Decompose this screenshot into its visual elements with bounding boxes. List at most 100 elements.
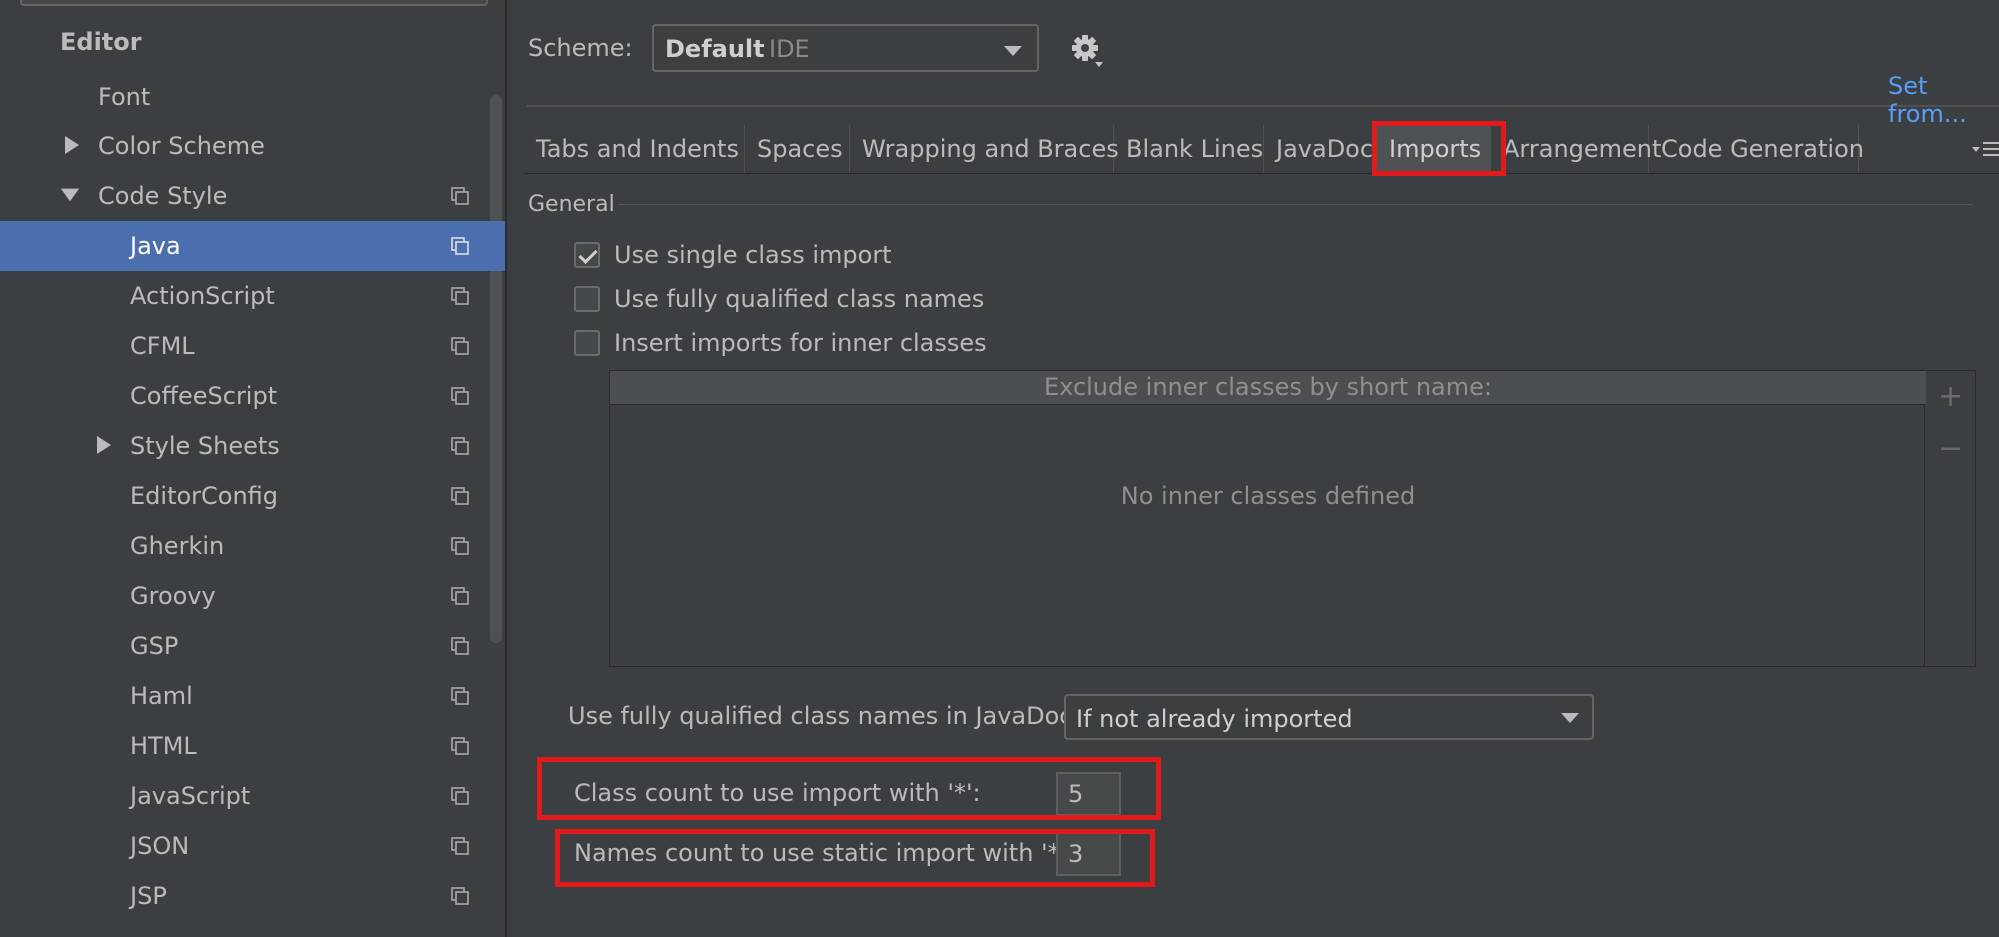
sidebar-item-actionscript[interactable]: ActionScript bbox=[0, 271, 505, 321]
exclude-table-toolbar: + − bbox=[1926, 370, 1976, 667]
use-fully-qualified-label[interactable]: Use fully qualified class names bbox=[614, 285, 984, 313]
tab-blank-lines[interactable]: Blank Lines bbox=[1114, 125, 1264, 173]
tab-label: Spaces bbox=[757, 135, 843, 163]
project-scope-icon bbox=[451, 387, 469, 405]
sidebar-item-label: JavaScript bbox=[130, 782, 251, 810]
sidebar-item-label: EditorConfig bbox=[130, 482, 279, 510]
project-scope-icon bbox=[451, 337, 469, 355]
tab-javadoc[interactable]: JavaDoc bbox=[1264, 125, 1377, 173]
sidebar-item-html[interactable]: HTML bbox=[0, 721, 505, 771]
project-scope-icon bbox=[451, 587, 469, 605]
sidebar-heading-editor[interactable]: Editor bbox=[0, 17, 505, 67]
javadoc-fq-value: If not already imported bbox=[1076, 705, 1353, 733]
project-scope-icon bbox=[451, 237, 469, 255]
project-scope-icon bbox=[451, 737, 469, 755]
sidebar-item-label: Font bbox=[98, 83, 151, 111]
project-scope-icon bbox=[451, 287, 469, 305]
insert-imports-inner-checkbox[interactable] bbox=[574, 330, 600, 356]
project-scope-icon bbox=[451, 637, 469, 655]
scheme-value: Default bbox=[665, 35, 765, 63]
tab-label: Blank Lines bbox=[1126, 135, 1264, 163]
collapse-arrow-icon[interactable] bbox=[60, 184, 80, 206]
tab-label: JavaDoc bbox=[1276, 135, 1374, 163]
use-fully-qualified-checkbox[interactable] bbox=[574, 286, 600, 312]
project-scope-icon bbox=[451, 187, 469, 205]
sidebar-item-label: Haml bbox=[130, 682, 193, 710]
sidebar-item-code-style[interactable]: Code Style bbox=[0, 171, 505, 221]
section-title-general: General bbox=[528, 192, 615, 217]
sidebar-item-font[interactable]: Font bbox=[0, 72, 505, 122]
tab-arrangement[interactable]: Arrangement bbox=[1491, 125, 1661, 173]
sidebar-item-label: Groovy bbox=[130, 582, 216, 610]
exclude-inner-classes-table[interactable]: Exclude inner classes by short name: No … bbox=[609, 370, 1926, 667]
tab-code-generation[interactable]: Code Generation bbox=[1649, 125, 1864, 173]
tab-label: Tabs and Indents bbox=[536, 135, 739, 163]
sidebar-item-jsp[interactable]: JSP bbox=[0, 871, 505, 921]
code-style-tabs: Tabs and Indents Spaces Wrapping and Bra… bbox=[524, 125, 1999, 174]
sidebar-item-label: GSP bbox=[130, 632, 179, 660]
sidebar-item-json[interactable]: JSON bbox=[0, 821, 505, 871]
sidebar-item-haml[interactable]: Haml bbox=[0, 671, 505, 721]
sidebar-item-gherkin[interactable]: Gherkin bbox=[0, 521, 505, 571]
sidebar-item-label: Java bbox=[130, 232, 181, 260]
sidebar-heading-label: Editor bbox=[60, 28, 142, 56]
sidebar-item-label: CFML bbox=[130, 332, 195, 360]
sidebar-item-java[interactable]: Java bbox=[0, 221, 505, 271]
tab-label: Wrapping and Braces bbox=[862, 135, 1119, 163]
project-scope-icon bbox=[451, 837, 469, 855]
tab-spaces[interactable]: Spaces bbox=[745, 125, 850, 173]
exclude-table-empty-text: No inner classes defined bbox=[1120, 482, 1416, 510]
gear-icon[interactable] bbox=[1069, 32, 1105, 68]
add-icon[interactable]: + bbox=[1938, 379, 1963, 414]
highlight-class-count bbox=[537, 757, 1161, 820]
project-scope-icon bbox=[451, 537, 469, 555]
sidebar-item-cfml[interactable]: CFML bbox=[0, 321, 505, 371]
insert-imports-inner-label[interactable]: Insert imports for inner classes bbox=[614, 329, 987, 357]
header-separator bbox=[527, 105, 1999, 107]
tab-label: Code Generation bbox=[1661, 135, 1864, 163]
highlight-imports-tab bbox=[1372, 121, 1506, 176]
tab-tabs-and-indents[interactable]: Tabs and Indents bbox=[524, 125, 745, 173]
remove-icon[interactable]: − bbox=[1938, 431, 1963, 466]
scheme-label: Scheme: bbox=[528, 34, 633, 62]
sidebar-item-label: JSON bbox=[130, 832, 190, 860]
sidebar-item-groovy[interactable]: Groovy bbox=[0, 571, 505, 621]
sidebar-item-style-sheets[interactable]: Style Sheets bbox=[0, 421, 505, 471]
tab-label: Arrangement bbox=[1503, 135, 1662, 163]
section-separator bbox=[618, 204, 1973, 205]
project-scope-icon bbox=[451, 787, 469, 805]
set-from-link[interactable]: Set from... bbox=[1888, 72, 1999, 128]
tab-list-icon[interactable] bbox=[1972, 139, 1999, 159]
project-scope-icon bbox=[451, 437, 469, 455]
sidebar-item-label: JSP bbox=[130, 882, 167, 910]
highlight-names-count bbox=[555, 829, 1155, 887]
sidebar-item-label: Code Style bbox=[98, 182, 228, 210]
sidebar-item-label: Style Sheets bbox=[130, 432, 280, 460]
use-single-class-import-checkbox[interactable] bbox=[574, 242, 600, 268]
sidebar-search-field[interactable] bbox=[20, 0, 488, 6]
sidebar-item-color-scheme[interactable]: Color Scheme bbox=[0, 121, 505, 171]
tab-wrapping-and-braces[interactable]: Wrapping and Braces bbox=[850, 125, 1119, 173]
sidebar-item-label: Gherkin bbox=[130, 532, 225, 560]
scheme-value-suffix: IDE bbox=[769, 35, 810, 63]
sidebar-item-editorconfig[interactable]: EditorConfig bbox=[0, 471, 505, 521]
javadoc-fq-select[interactable]: If not already imported bbox=[1064, 694, 1594, 740]
expand-arrow-icon[interactable] bbox=[94, 434, 114, 456]
sidebar-item-label: ActionScript bbox=[130, 282, 275, 310]
sidebar-item-label: HTML bbox=[130, 732, 197, 760]
sidebar-item-label: CoffeeScript bbox=[130, 382, 278, 410]
scheme-select[interactable]: Default IDE bbox=[652, 24, 1039, 72]
sidebar-item-label: Color Scheme bbox=[98, 132, 265, 160]
exclude-table-header-label: Exclude inner classes by short name: bbox=[1044, 373, 1492, 401]
project-scope-icon bbox=[451, 887, 469, 905]
sidebar-item-javascript[interactable]: JavaScript bbox=[0, 771, 505, 821]
exclude-table-header: Exclude inner classes by short name: bbox=[610, 371, 1926, 405]
chevron-down-icon bbox=[1004, 46, 1022, 56]
sidebar-item-coffeescript[interactable]: CoffeeScript bbox=[0, 371, 505, 421]
settings-sidebar: Editor Font Color Scheme Code Style Java… bbox=[0, 0, 507, 937]
project-scope-icon bbox=[451, 487, 469, 505]
project-scope-icon bbox=[451, 687, 469, 705]
use-single-class-import-label[interactable]: Use single class import bbox=[614, 241, 892, 269]
sidebar-item-gsp[interactable]: GSP bbox=[0, 621, 505, 671]
expand-arrow-icon[interactable] bbox=[62, 134, 82, 156]
